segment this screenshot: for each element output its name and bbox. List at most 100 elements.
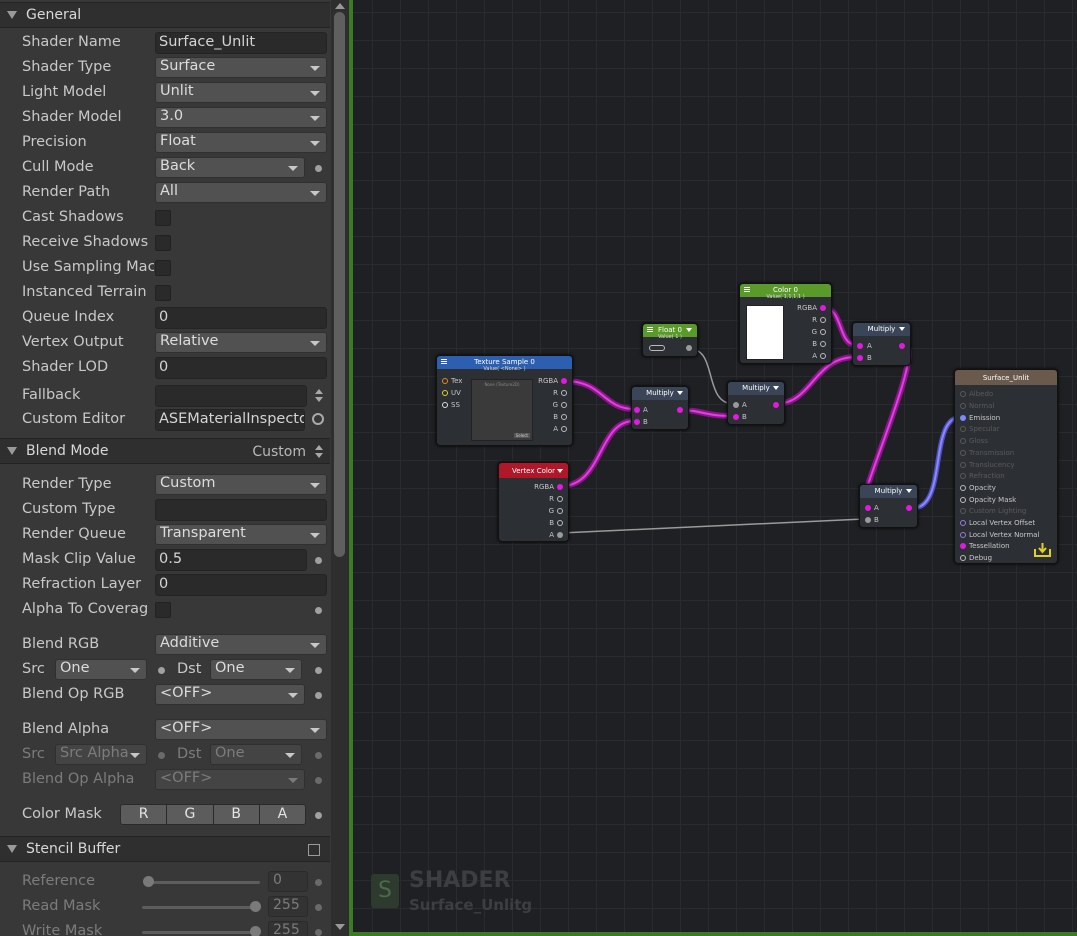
output-port-icon[interactable] bbox=[561, 426, 567, 432]
input-port-icon[interactable] bbox=[960, 450, 966, 456]
blend-op-rgb-dropdown[interactable]: <OFF> bbox=[155, 684, 305, 705]
input-port-icon[interactable] bbox=[857, 355, 863, 361]
custom-type-input[interactable] bbox=[155, 499, 327, 521]
receive-shadows-checkbox[interactable] bbox=[155, 235, 171, 251]
output-port-icon[interactable] bbox=[561, 414, 567, 420]
output-master-node[interactable]: Surface_Unlit Albedo Normal Emission Spe… bbox=[954, 369, 1058, 564]
property-dot-icon[interactable] bbox=[315, 904, 322, 911]
input-port-icon[interactable] bbox=[442, 402, 448, 408]
reference-input[interactable]: 0 bbox=[268, 871, 308, 892]
dropdown-arrow-icon[interactable] bbox=[557, 469, 563, 473]
queue-index-input[interactable]: 0 bbox=[155, 307, 327, 329]
property-dot-icon[interactable] bbox=[315, 557, 322, 564]
shader-model-dropdown[interactable]: 3.0 bbox=[155, 107, 327, 128]
output-port-icon[interactable] bbox=[773, 402, 779, 408]
instanced-terrain-checkbox[interactable] bbox=[155, 285, 171, 301]
node-header[interactable]: Vertex Color bbox=[499, 463, 568, 478]
property-dot-icon[interactable] bbox=[158, 667, 165, 674]
dropdown-arrow-icon[interactable] bbox=[677, 391, 683, 395]
output-port-icon[interactable] bbox=[820, 353, 826, 359]
texture-sample-node[interactable]: Texture Sample 0 Value( <None> ) Tex UV … bbox=[436, 355, 573, 446]
property-dot-icon[interactable] bbox=[315, 607, 322, 614]
dropdown-arrow-icon[interactable] bbox=[906, 489, 912, 493]
property-dot-icon[interactable] bbox=[315, 812, 322, 819]
section-stencil-header[interactable]: Stencil Buffer bbox=[0, 836, 330, 862]
color-node[interactable]: Color 0 Value( 1,1,1,1 ) RGBA R G B A bbox=[739, 283, 832, 364]
input-port-icon[interactable] bbox=[960, 426, 966, 432]
spinner-icon[interactable] bbox=[315, 444, 323, 460]
node-header[interactable]: Surface_Unlit bbox=[955, 370, 1057, 385]
fallback-input[interactable] bbox=[155, 385, 307, 407]
blend-op-alpha-dropdown[interactable]: <OFF> bbox=[155, 769, 305, 790]
color-mask-g-button[interactable]: G bbox=[167, 805, 214, 824]
property-dot-icon[interactable] bbox=[315, 929, 322, 936]
node-header[interactable]: Color 0 Value( 1,1,1,1 ) bbox=[740, 284, 831, 300]
node-header[interactable]: Float 0 Value( 1 ) bbox=[643, 324, 697, 340]
output-port-icon[interactable] bbox=[820, 341, 826, 347]
property-dot-icon[interactable] bbox=[315, 667, 322, 674]
slider-thumb[interactable] bbox=[143, 876, 154, 887]
shader-lod-input[interactable]: 0 bbox=[155, 357, 327, 379]
blend-mode-value[interactable]: Custom bbox=[252, 444, 306, 460]
input-port-icon[interactable] bbox=[960, 403, 966, 409]
input-port-icon[interactable] bbox=[960, 438, 966, 444]
property-dot-icon[interactable] bbox=[315, 879, 322, 886]
output-port-icon[interactable] bbox=[557, 532, 563, 538]
light-model-dropdown[interactable]: Unlit bbox=[155, 82, 327, 103]
download-icon[interactable] bbox=[1034, 542, 1051, 557]
node-header[interactable]: Multiply bbox=[853, 323, 910, 336]
vertex-color-node[interactable]: Vertex Color RGBA R G B A bbox=[498, 462, 569, 542]
slider-thumb[interactable] bbox=[250, 901, 261, 912]
read-mask-input[interactable]: 255 bbox=[268, 896, 308, 917]
use-sampling-checkbox[interactable] bbox=[155, 260, 171, 276]
menu-icon[interactable] bbox=[647, 327, 653, 332]
input-port-icon[interactable] bbox=[634, 419, 640, 425]
color-mask-r-button[interactable]: R bbox=[121, 805, 168, 824]
property-dot-icon[interactable] bbox=[315, 752, 322, 759]
section-blend-mode-header[interactable]: Blend Mode Custom bbox=[0, 438, 330, 464]
reference-slider[interactable] bbox=[148, 881, 260, 884]
node-header[interactable]: Multiply bbox=[728, 382, 784, 395]
input-port-icon[interactable] bbox=[733, 402, 739, 408]
property-dot-icon[interactable] bbox=[315, 777, 322, 784]
dropdown-arrow-icon[interactable] bbox=[899, 327, 905, 331]
output-port-icon[interactable] bbox=[820, 305, 826, 311]
input-port-icon[interactable] bbox=[634, 407, 640, 413]
color-mask-a-button[interactable]: A bbox=[259, 805, 305, 824]
cast-shadows-checkbox[interactable] bbox=[155, 210, 171, 226]
output-port-icon[interactable] bbox=[557, 520, 563, 526]
output-port-icon[interactable] bbox=[561, 390, 567, 396]
output-port-icon[interactable] bbox=[820, 317, 826, 323]
mask-clip-input[interactable]: 0.5 bbox=[155, 549, 307, 571]
select-button[interactable]: Select bbox=[513, 433, 530, 438]
float-node[interactable]: Float 0 Value( 1 ) bbox=[642, 323, 698, 357]
scroll-up-icon[interactable] bbox=[335, 3, 345, 9]
src-alpha-dropdown[interactable]: Src Alpha bbox=[55, 744, 147, 765]
slider-thumb[interactable] bbox=[250, 926, 261, 936]
output-port-icon[interactable] bbox=[561, 402, 567, 408]
input-port-icon[interactable] bbox=[960, 555, 966, 561]
input-port-icon[interactable] bbox=[865, 517, 871, 523]
menu-icon[interactable] bbox=[744, 287, 750, 292]
render-queue-dropdown[interactable]: Transparent bbox=[155, 524, 327, 545]
output-port-icon[interactable] bbox=[557, 496, 563, 502]
scrollbar-thumb[interactable] bbox=[334, 12, 345, 557]
texture-preview[interactable]: None (Texture2D) Select bbox=[471, 379, 533, 441]
src-rgb-dropdown[interactable]: One bbox=[55, 659, 147, 680]
property-dot-icon[interactable] bbox=[158, 752, 165, 759]
node-header[interactable]: Multiply bbox=[860, 485, 917, 498]
output-port-icon[interactable] bbox=[906, 505, 912, 511]
shader-type-dropdown[interactable]: Surface bbox=[155, 57, 327, 78]
input-port-icon[interactable] bbox=[960, 532, 966, 538]
cull-mode-dropdown[interactable]: Back bbox=[155, 157, 305, 178]
multiply-node-4[interactable]: Multiply A B bbox=[859, 484, 918, 528]
enable-checkbox-icon[interactable] bbox=[308, 844, 320, 856]
input-port-icon[interactable] bbox=[865, 505, 871, 511]
input-port-icon[interactable] bbox=[442, 378, 448, 384]
write-mask-slider[interactable] bbox=[142, 931, 260, 934]
color-swatch[interactable] bbox=[746, 305, 784, 360]
input-port-icon[interactable] bbox=[960, 462, 966, 468]
output-port-icon[interactable] bbox=[557, 508, 563, 514]
input-port-icon[interactable] bbox=[960, 497, 966, 503]
input-port-icon[interactable] bbox=[960, 391, 966, 397]
